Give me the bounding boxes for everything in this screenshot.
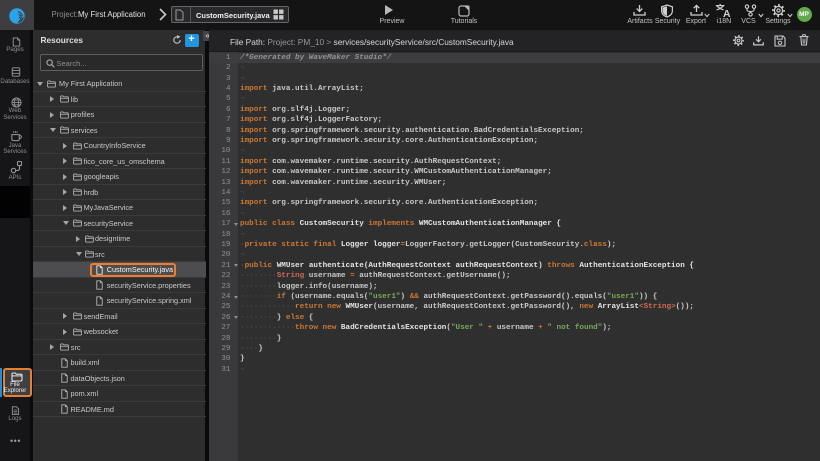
svg-text:A: A (723, 8, 731, 18)
